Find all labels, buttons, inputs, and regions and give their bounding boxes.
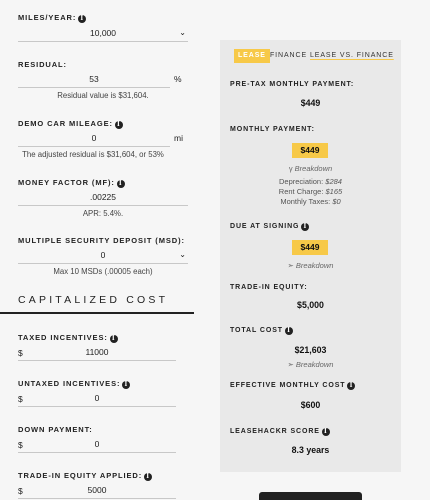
monthly-taxes-line: Monthly Taxes: $0 xyxy=(280,197,341,206)
pretax-monthly-value: $449 xyxy=(300,98,321,108)
msd-label: MULTIPLE SECURITY DEPOSIT (MSD): xyxy=(18,236,185,245)
total-cost-label: TOTAL COST i xyxy=(230,327,293,335)
info-icon[interactable]: i xyxy=(347,382,356,390)
residual-hint: Residual value is $31,604. xyxy=(57,91,149,100)
chevron-right-icon: ➣ xyxy=(287,360,294,369)
info-icon[interactable]: i xyxy=(321,428,330,436)
miles-unit: mi xyxy=(174,133,183,143)
demo-mileage-input[interactable]: 0 xyxy=(18,129,170,147)
chevron-down-icon: γ xyxy=(288,164,293,173)
monthly-payment-label: MONTHLY PAYMENT: xyxy=(230,126,315,133)
bottom-action-button[interactable] xyxy=(259,492,362,500)
total-cost-breakdown-toggle[interactable]: ➣ Breakdown xyxy=(220,360,401,369)
monthly-breakdown-toggle[interactable]: γ Breakdown xyxy=(220,164,401,173)
effective-monthly-label: EFFECTIVE MONTHLY COST i xyxy=(230,382,356,390)
tab-finance[interactable]: FINANCE xyxy=(270,49,307,63)
chevron-right-icon: ➣ xyxy=(287,261,294,270)
tab-lease-vs-finance[interactable]: LEASE VS. FINANCE xyxy=(310,49,394,63)
pretax-monthly-label: PRE-TAX MONTHLY PAYMENT: xyxy=(230,81,355,88)
apr-hint: APR: 5.4%. xyxy=(82,209,124,218)
info-icon[interactable]: i xyxy=(301,223,310,231)
residual-label: RESIDUAL: xyxy=(18,60,67,69)
demo-mileage-hint: The adjusted residual is $31,604, or 53% xyxy=(22,150,164,159)
results-panel: LEASE FINANCE LEASE VS. FINANCE PRE-TAX … xyxy=(220,40,401,472)
miles-per-year-label: MILES/YEAR: i xyxy=(18,13,87,23)
trade-in-equity-value: $5,000 xyxy=(297,300,324,310)
monthly-payment-badge: $449 xyxy=(292,143,328,158)
trade-in-applied-label: TRADE-IN EQUITY APPLIED: i xyxy=(18,471,153,481)
chevron-down-icon: ⌄ xyxy=(179,250,186,259)
leasehackr-score-label: LEASEHACKR SCORE i xyxy=(230,428,330,436)
rent-charge-line: Rent Charge: $165 xyxy=(278,187,343,196)
depreciation-line: Depreciation: $284 xyxy=(279,177,342,186)
info-icon[interactable]: i xyxy=(78,15,87,23)
miles-per-year-select[interactable]: 10,000 ⌄ xyxy=(18,24,188,42)
down-payment-label: DOWN PAYMENT: xyxy=(18,425,93,434)
info-icon[interactable]: i xyxy=(144,473,153,481)
money-factor-label: MONEY FACTOR (MF): i xyxy=(18,178,125,188)
info-icon[interactable]: i xyxy=(284,327,293,335)
due-at-signing-badge: $449 xyxy=(292,240,328,255)
trade-in-applied-input[interactable]: 5000 xyxy=(18,481,176,499)
effective-monthly-value: $600 xyxy=(300,400,321,410)
info-icon[interactable]: i xyxy=(122,381,131,389)
money-factor-input[interactable]: .00225 xyxy=(18,188,188,206)
due-at-signing-label: DUE AT SIGNING i xyxy=(230,223,310,231)
leasehackr-score-value: 8.3 years xyxy=(291,445,330,455)
msd-hint: Max 10 MSDs (.00005 each) xyxy=(53,267,153,276)
percent-unit: % xyxy=(174,74,182,84)
info-icon[interactable]: i xyxy=(109,335,118,343)
info-icon[interactable]: i xyxy=(116,180,125,188)
residual-input[interactable]: 53 xyxy=(18,70,170,88)
down-payment-input[interactable]: 0 xyxy=(18,435,176,453)
due-breakdown-toggle[interactable]: ➣ Breakdown xyxy=(220,261,401,270)
section-divider xyxy=(0,312,194,314)
msd-select[interactable]: 0 ⌄ xyxy=(18,246,188,264)
total-cost-value: $21,603 xyxy=(294,345,327,355)
capitalized-cost-heading: CAPITALIZED COST xyxy=(18,294,169,306)
untaxed-incentives-label: UNTAXED INCENTIVES: i xyxy=(18,379,131,389)
taxed-incentives-input[interactable]: 11000 xyxy=(18,343,176,361)
info-icon[interactable]: i xyxy=(114,121,123,129)
tab-lease[interactable]: LEASE xyxy=(234,49,270,63)
chevron-down-icon: ⌄ xyxy=(179,28,186,37)
untaxed-incentives-input[interactable]: 0 xyxy=(18,389,176,407)
trade-in-equity-label: TRADE-IN EQUITY: xyxy=(230,284,308,291)
demo-mileage-label: DEMO CAR MILEAGE: i xyxy=(18,119,123,129)
taxed-incentives-label: TAXED INCENTIVES: i xyxy=(18,333,118,343)
